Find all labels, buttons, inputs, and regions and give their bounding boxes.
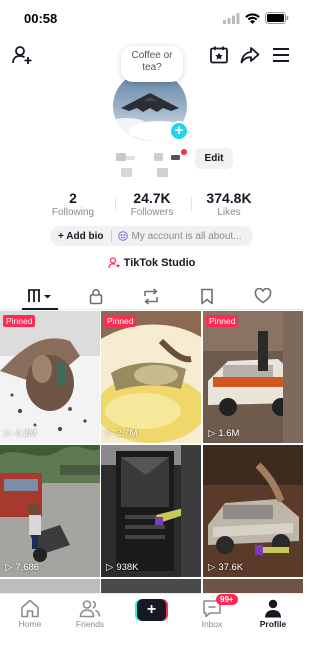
view-count: ▷ 7,686 bbox=[5, 562, 39, 573]
bookmark-icon bbox=[201, 288, 213, 304]
video-tile[interactable]: ▷ 938K bbox=[101, 445, 201, 577]
studio-icon bbox=[108, 257, 120, 269]
play-icon: ▷ bbox=[106, 562, 114, 573]
content-tabs bbox=[0, 282, 303, 310]
active-tab-indicator bbox=[22, 308, 58, 310]
nav-profile-label: Profile bbox=[259, 619, 287, 629]
note-prompt-text: My account is all about... bbox=[131, 230, 242, 242]
add-story-button[interactable]: + bbox=[169, 121, 189, 141]
view-count-value: 1.6M bbox=[218, 428, 240, 439]
studio-label: TikTok Studio bbox=[123, 257, 196, 270]
status-time: 00:58 bbox=[24, 11, 58, 26]
plus-icon: + bbox=[137, 599, 166, 621]
tab-private[interactable] bbox=[76, 285, 116, 307]
stat-likes-label: Likes bbox=[217, 207, 241, 218]
view-count: ▷ 37.6K bbox=[208, 562, 243, 573]
stat-likes-value: 374.8K bbox=[206, 190, 252, 206]
stat-followers-value: 24.7K bbox=[133, 190, 171, 206]
tab-liked[interactable] bbox=[243, 285, 283, 307]
menu-icon[interactable] bbox=[268, 42, 294, 68]
tab-videos[interactable] bbox=[20, 285, 60, 307]
nav-friends[interactable]: Friends bbox=[65, 597, 115, 629]
bio-row: + Add bio My account is all about... bbox=[50, 226, 253, 246]
play-icon: ▷ bbox=[5, 562, 13, 573]
view-count-value: 7,686 bbox=[15, 562, 40, 573]
nav-home[interactable]: Home bbox=[5, 597, 55, 629]
nav-home-label: Home bbox=[18, 619, 42, 629]
stat-following-value: 2 bbox=[69, 190, 77, 206]
create-button[interactable]: + bbox=[135, 599, 168, 621]
nav-profile[interactable]: Profile bbox=[248, 597, 298, 629]
stat-likes[interactable]: 374.8K Likes bbox=[201, 190, 257, 218]
profile-stats: 2 Following 24.7K Followers 374.8K Likes bbox=[0, 190, 303, 222]
play-icon: ▷ bbox=[5, 428, 13, 439]
view-count: ▷ 938K bbox=[106, 562, 139, 573]
favorites-calendar-icon[interactable] bbox=[206, 42, 232, 68]
view-count: ▷ 4.2M bbox=[5, 428, 36, 439]
divider bbox=[115, 197, 116, 211]
videos-grid-icon bbox=[28, 289, 51, 302]
signal-icon bbox=[223, 12, 240, 24]
repost-icon bbox=[144, 287, 158, 305]
view-count-value: 4.2M bbox=[15, 428, 37, 439]
play-icon: ▷ bbox=[208, 428, 216, 439]
notification-dot bbox=[181, 149, 187, 155]
view-count-value: 2.7M bbox=[116, 428, 138, 439]
battery-icon bbox=[265, 12, 289, 24]
view-count: ▷ 2.7M bbox=[106, 428, 137, 439]
heart-icon bbox=[254, 288, 272, 304]
stat-following-label: Following bbox=[51, 207, 95, 218]
tiktok-studio-link[interactable]: TikTok Studio bbox=[0, 257, 303, 269]
nav-friends-label: Friends bbox=[75, 619, 105, 629]
note-bubble[interactable]: Coffee or tea? bbox=[121, 46, 183, 82]
view-count-value: 938K bbox=[116, 562, 139, 573]
video-tile[interactable] bbox=[0, 579, 100, 593]
profile-icon bbox=[265, 599, 281, 617]
divider bbox=[191, 197, 192, 211]
add-bio-button[interactable]: + Add bio bbox=[50, 231, 111, 242]
video-tile[interactable]: Pinned ▷ 4.2M bbox=[0, 311, 100, 443]
video-tile[interactable]: Pinned ▷ 1.6M bbox=[203, 311, 303, 443]
bottom-nav: Home Friends + Inbox 99+ Profile bbox=[0, 593, 303, 656]
video-tile[interactable]: ▷ 7,686 bbox=[0, 445, 100, 577]
status-icons bbox=[223, 12, 289, 24]
video-tile[interactable]: ▷ 37.6K bbox=[203, 445, 303, 577]
tab-favorites[interactable] bbox=[187, 285, 227, 307]
status-bar: 00:58 bbox=[0, 0, 303, 38]
friends-icon bbox=[79, 599, 101, 617]
inbox-badge: 99+ bbox=[216, 594, 238, 605]
smile-icon bbox=[118, 231, 129, 241]
wifi-icon bbox=[245, 12, 260, 24]
view-count-value: 37.6K bbox=[218, 562, 244, 573]
play-icon: ▷ bbox=[106, 428, 114, 439]
pinned-badge: Pinned bbox=[104, 315, 137, 327]
share-icon[interactable] bbox=[237, 42, 263, 68]
view-count: ▷ 1.6M bbox=[208, 428, 239, 439]
video-tile[interactable]: Pinned ▷ 2.7M bbox=[101, 311, 201, 443]
home-icon bbox=[21, 599, 39, 617]
stat-followers-label: Followers bbox=[130, 207, 174, 218]
video-tile[interactable] bbox=[203, 579, 303, 593]
tab-reposts[interactable] bbox=[131, 285, 171, 307]
pinned-badge: Pinned bbox=[206, 315, 239, 327]
add-friend-icon[interactable] bbox=[9, 42, 35, 68]
stat-followers[interactable]: 24.7K Followers bbox=[125, 190, 179, 218]
note-prompt[interactable]: My account is all about... bbox=[112, 230, 242, 242]
stat-following[interactable]: 2 Following bbox=[48, 190, 98, 218]
edit-profile-button[interactable]: Edit bbox=[195, 148, 233, 169]
video-grid: Pinned ▷ 4.2M Pinned ▷ 2.7M Pinned ▷ 1.6… bbox=[0, 311, 303, 593]
lock-icon bbox=[89, 288, 103, 304]
pinned-badge: Pinned bbox=[3, 315, 36, 327]
play-icon: ▷ bbox=[208, 562, 216, 573]
nav-inbox-label: Inbox bbox=[201, 619, 223, 629]
video-tile[interactable] bbox=[101, 579, 201, 593]
